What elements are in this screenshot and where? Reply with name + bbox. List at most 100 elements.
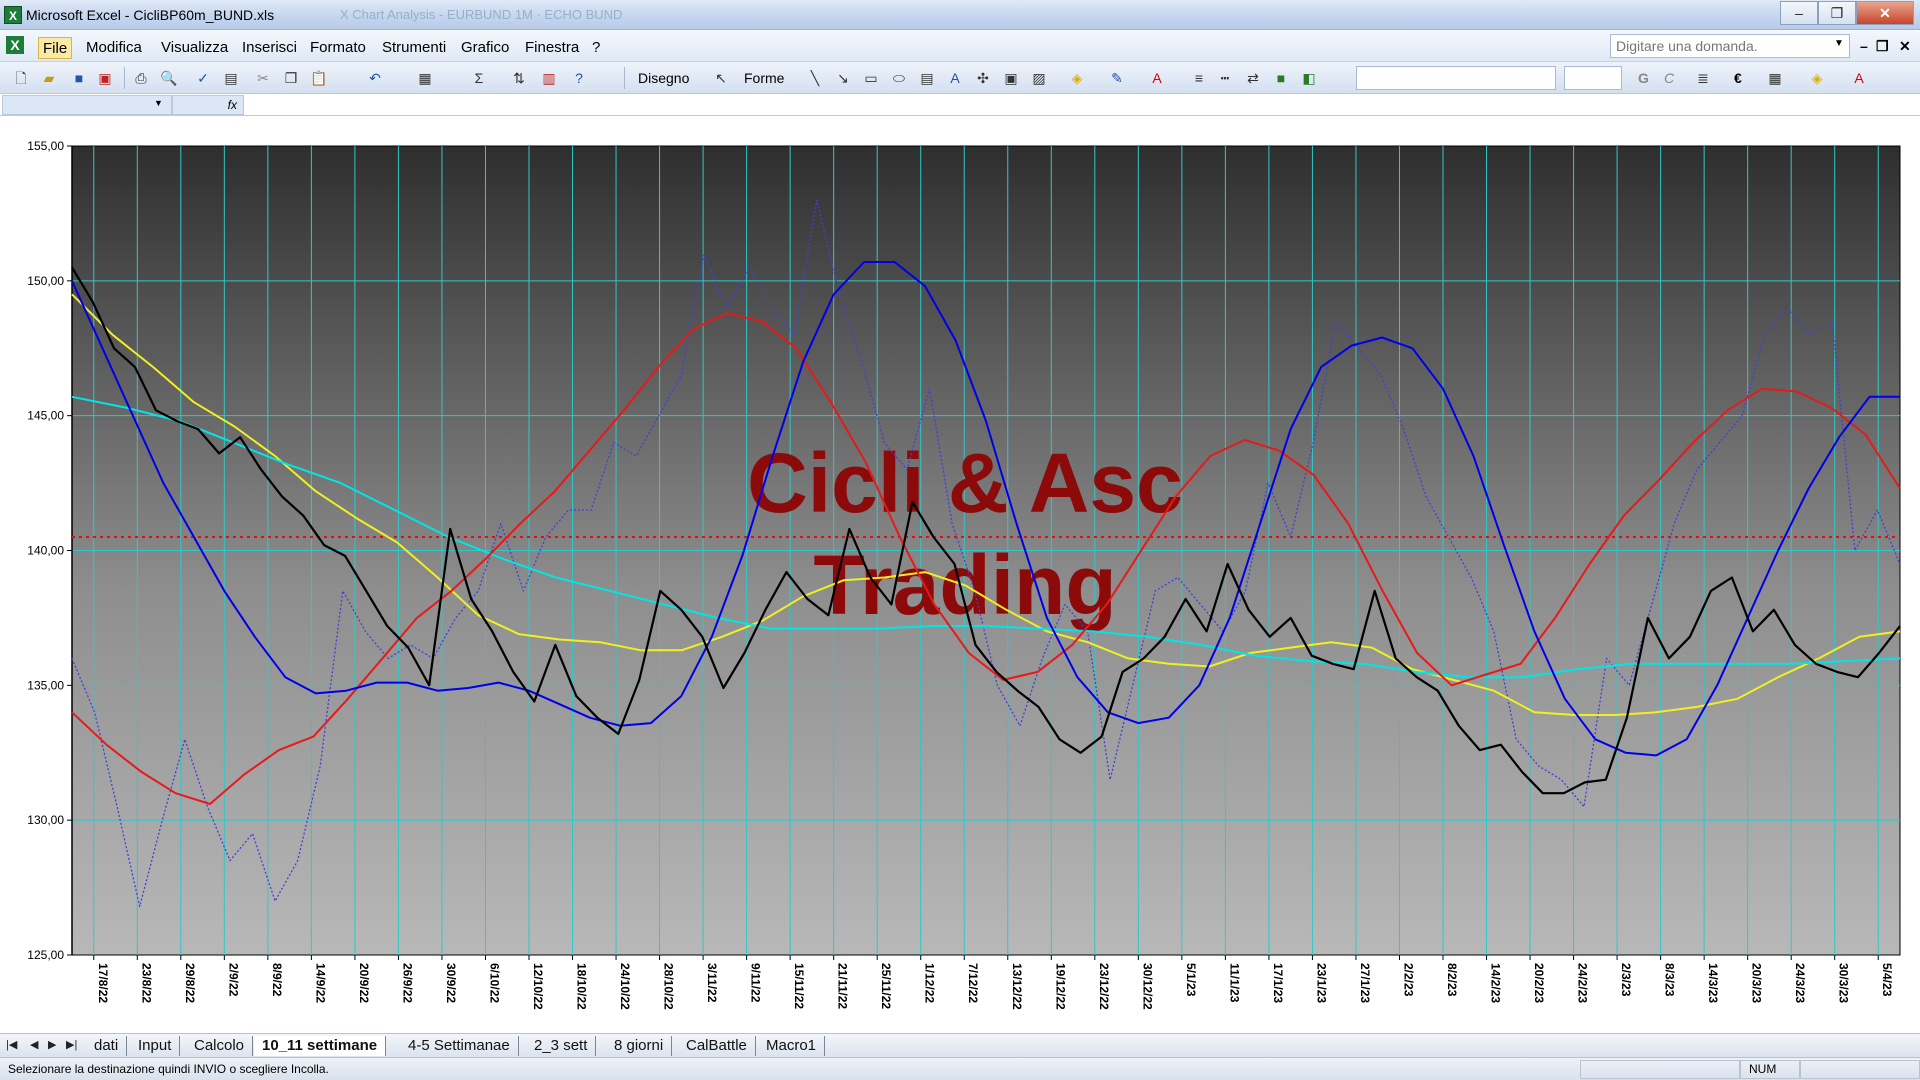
menu-grafico[interactable]: Grafico bbox=[457, 37, 513, 59]
forme-menu[interactable]: Forme bbox=[744, 70, 784, 86]
y-tick-label: 130,00 bbox=[27, 813, 64, 827]
select-arrow-icon[interactable]: ↖ bbox=[712, 69, 730, 87]
shadow-icon[interactable]: ■ bbox=[1272, 69, 1290, 87]
workbook-icon[interactable]: X bbox=[6, 36, 24, 54]
toolbar: 🗋 ▰ ■ ▣ ⎙ 🔍 ✓ ▤ ✂ ❐ 📋 ↶ ▦ Σ ⇅ ▥ ? Disegn… bbox=[0, 62, 1920, 94]
font-name-combo[interactable] bbox=[1356, 66, 1556, 90]
mdi-restore-button[interactable]: ❐ bbox=[1876, 38, 1889, 55]
menu-file[interactable]: File bbox=[38, 37, 73, 59]
text-color-icon[interactable]: A bbox=[1850, 69, 1868, 87]
sheet-tab-macro1[interactable]: Macro1 bbox=[758, 1036, 826, 1056]
cut-icon[interactable]: ✂ bbox=[254, 69, 272, 87]
minimize-button[interactable]: – bbox=[1780, 1, 1818, 25]
menu-visualizza[interactable]: Visualizza bbox=[157, 37, 232, 59]
next-sheet-icon[interactable]: ▶ bbox=[48, 1038, 56, 1051]
sheet-tab-2-3-sett[interactable]: 2_3 sett bbox=[526, 1036, 597, 1056]
font-size-combo[interactable] bbox=[1564, 66, 1622, 90]
sheet-tab-8-giorni[interactable]: 8 giorni bbox=[606, 1036, 673, 1056]
new-file-icon[interactable]: 🗋 bbox=[12, 69, 30, 87]
status-message: Selezionare la destinazione quindi INVIO… bbox=[8, 1062, 329, 1076]
arrow-style-icon[interactable]: ⇄ bbox=[1244, 69, 1262, 87]
close-window-button[interactable]: ✕ bbox=[1856, 1, 1914, 25]
undo-icon[interactable]: ↶ bbox=[366, 69, 384, 87]
first-sheet-icon[interactable]: |◀ bbox=[6, 1038, 17, 1051]
sheet-tab-4-5-settimanae[interactable]: 4-5 Settimanae bbox=[400, 1036, 519, 1056]
mdi-minimize-button[interactable]: – bbox=[1860, 38, 1868, 54]
autosum-icon[interactable]: Σ bbox=[470, 69, 488, 87]
euro-button[interactable]: € bbox=[1734, 70, 1742, 86]
align-icon[interactable]: ≣ bbox=[1694, 69, 1712, 87]
excel-app-icon[interactable]: X bbox=[4, 6, 22, 24]
disegno-menu[interactable]: Disegno bbox=[638, 70, 689, 86]
textbox-icon[interactable]: ▤ bbox=[918, 69, 936, 87]
oval-icon[interactable]: ⬭ bbox=[890, 69, 908, 87]
mdi-close-button[interactable]: ✕ bbox=[1899, 38, 1911, 55]
ask-question-input[interactable]: Digitare una domanda. bbox=[1610, 34, 1850, 58]
insert-function-button[interactable]: fx bbox=[172, 95, 244, 115]
menu-finestra[interactable]: Finestra bbox=[521, 37, 583, 59]
dash-style-icon[interactable]: ┅ bbox=[1216, 69, 1234, 87]
chart-icon[interactable]: ▥ bbox=[540, 69, 558, 87]
x-tick-label: 14/3/23 bbox=[1706, 963, 1720, 1003]
menu-bar: X File Modifica Visualizza Inserisci For… bbox=[0, 30, 1920, 62]
clipart-icon[interactable]: ▣ bbox=[1002, 69, 1020, 87]
name-box[interactable] bbox=[2, 95, 172, 115]
menu-formato[interactable]: Formato bbox=[306, 37, 370, 59]
chart-wizard-icon[interactable]: ▦ bbox=[416, 69, 434, 87]
chart-area[interactable]: 125,00 130,00 135,00 140,00 145,00 150,00 155,… bbox=[0, 117, 1920, 1037]
open-folder-icon[interactable]: ▰ bbox=[40, 69, 58, 87]
picture-icon[interactable]: ▨ bbox=[1030, 69, 1048, 87]
bold-button[interactable]: G bbox=[1638, 70, 1649, 86]
x-tick-label: 5/1/23 bbox=[1184, 963, 1198, 997]
save-icon[interactable]: ■ bbox=[70, 69, 88, 87]
borders-icon[interactable]: ▦ bbox=[1766, 69, 1784, 87]
menu-inserisci[interactable]: Inserisci bbox=[238, 37, 301, 59]
line-icon[interactable]: ╲ bbox=[806, 69, 824, 87]
y-tick-label: 145,00 bbox=[27, 409, 64, 423]
sheet-tab-calcolo[interactable]: Calcolo bbox=[186, 1036, 254, 1056]
sheet-tab-calbattle[interactable]: CalBattle bbox=[678, 1036, 756, 1056]
line-style-icon[interactable]: ≡ bbox=[1190, 69, 1208, 87]
sheet-tab-dati[interactable]: dati bbox=[86, 1036, 128, 1056]
sort-icon[interactable]: ⇅ bbox=[510, 69, 528, 87]
research-icon[interactable]: ▤ bbox=[222, 69, 240, 87]
prev-sheet-icon[interactable]: ◀ bbox=[30, 1038, 38, 1051]
x-tick-label: 2/9/22 bbox=[226, 963, 240, 997]
x-tick-label: 3/11/22 bbox=[705, 963, 719, 1003]
status-panel-extra bbox=[1800, 1060, 1920, 1079]
font-color-icon[interactable]: A bbox=[1148, 69, 1166, 87]
sheet-tab-bar: |◀ ◀ ▶ ▶| dati Input Calcolo 10_11 setti… bbox=[0, 1033, 1920, 1057]
wordart-icon[interactable]: A bbox=[946, 69, 964, 87]
chevron-down-icon[interactable]: ▼ bbox=[154, 98, 163, 108]
copy-icon[interactable]: ❐ bbox=[282, 69, 300, 87]
chevron-down-icon[interactable]: ▼ bbox=[1834, 38, 1844, 49]
print-preview-icon[interactable]: 🔍 bbox=[160, 69, 178, 87]
menu-strumenti[interactable]: Strumenti bbox=[378, 37, 450, 59]
rectangle-icon[interactable]: ▭ bbox=[862, 69, 880, 87]
last-sheet-icon[interactable]: ▶| bbox=[66, 1038, 77, 1051]
diagram-icon[interactable]: ✣ bbox=[974, 69, 992, 87]
arrow-icon[interactable]: ↘ bbox=[834, 69, 852, 87]
x-tick-label: 15/11/22 bbox=[792, 963, 806, 1009]
x-tick-label: 17/8/22 bbox=[96, 963, 110, 1003]
fill-bucket-icon[interactable]: ◈ bbox=[1808, 69, 1826, 87]
line-chart[interactable]: 125,00 130,00 135,00 140,00 145,00 150,00 155,… bbox=[0, 117, 1920, 1037]
x-tick-label: 28/10/22 bbox=[662, 963, 676, 1010]
sheet-tab-10-11-settimane[interactable]: 10_11 settimane bbox=[254, 1036, 387, 1056]
print-icon[interactable]: ⎙ bbox=[132, 69, 150, 87]
fill-color-icon[interactable]: ◈ bbox=[1068, 69, 1086, 87]
spelling-icon[interactable]: ✓ bbox=[194, 69, 212, 87]
menu-modifica[interactable]: Modifica bbox=[82, 37, 146, 59]
x-tick-label: 24/2/23 bbox=[1576, 963, 1590, 1003]
maximize-button[interactable]: ❐ bbox=[1818, 1, 1856, 25]
line-color-icon[interactable]: ✎ bbox=[1108, 69, 1126, 87]
permission-icon[interactable]: ▣ bbox=[96, 69, 114, 87]
italic-button[interactable]: C bbox=[1664, 70, 1674, 86]
paste-icon[interactable]: 📋 bbox=[310, 69, 328, 87]
x-tick-label: 19/12/22 bbox=[1053, 963, 1067, 1010]
help-icon[interactable]: ? bbox=[570, 69, 588, 87]
menu-help[interactable]: ? bbox=[588, 37, 604, 59]
sheet-tab-input[interactable]: Input bbox=[130, 1036, 181, 1056]
x-tick-label: 25/11/22 bbox=[879, 963, 893, 1009]
3d-icon[interactable]: ◧ bbox=[1300, 69, 1318, 87]
